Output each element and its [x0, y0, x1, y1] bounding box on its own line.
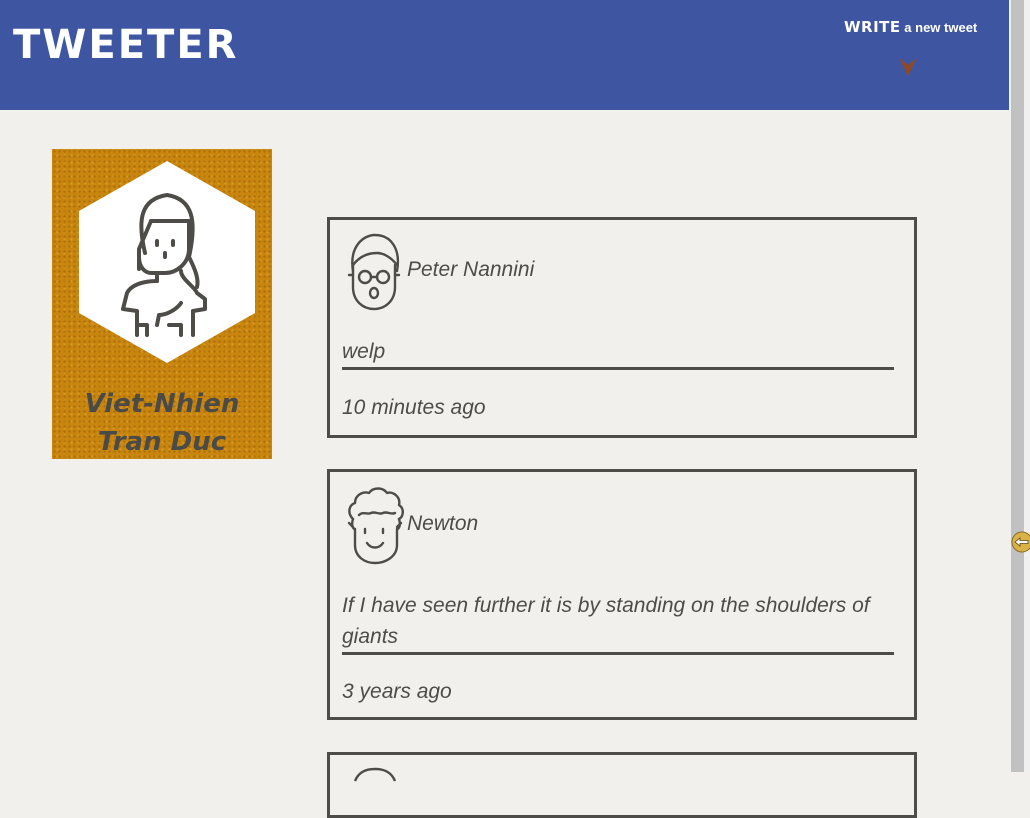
scrollbar-thumb[interactable] [1011, 0, 1024, 772]
tweet-author[interactable]: Peter Nannini [407, 258, 534, 282]
compose-toggle[interactable]: WRITE a new tweet [844, 18, 977, 36]
glasses-avatar-icon [347, 233, 401, 311]
compose-arrow-icon[interactable] [897, 56, 919, 78]
brand-logo[interactable]: TWEETER [13, 22, 238, 68]
tweet-card: Peter Nannini welp 10 minutes ago [327, 217, 917, 438]
navbar: TWEETER [0, 0, 1009, 110]
tweet-time: 3 years ago [342, 680, 452, 703]
compose-rest-label: a new tweet [904, 20, 978, 35]
tweet-time: 10 minutes ago [342, 396, 486, 419]
curly-hair-avatar-icon [347, 487, 404, 565]
tweet-text: If I have seen further it is by standing… [342, 590, 894, 655]
tweet-text: welp [342, 336, 894, 370]
resize-cursor-icon [1011, 531, 1030, 553]
tweet-author[interactable]: Newton [407, 512, 478, 536]
profile-name: Viet-Nhien Tran Duc [84, 389, 240, 457]
avatar-icon [353, 767, 397, 782]
tweet-card [327, 752, 917, 818]
profile-avatar-icon [79, 161, 255, 363]
compose-write-label: WRITE [844, 18, 901, 36]
profile-card: Viet-Nhien Tran Duc [52, 149, 272, 459]
tweet-card: Newton If I have seen further it is by s… [327, 469, 917, 720]
